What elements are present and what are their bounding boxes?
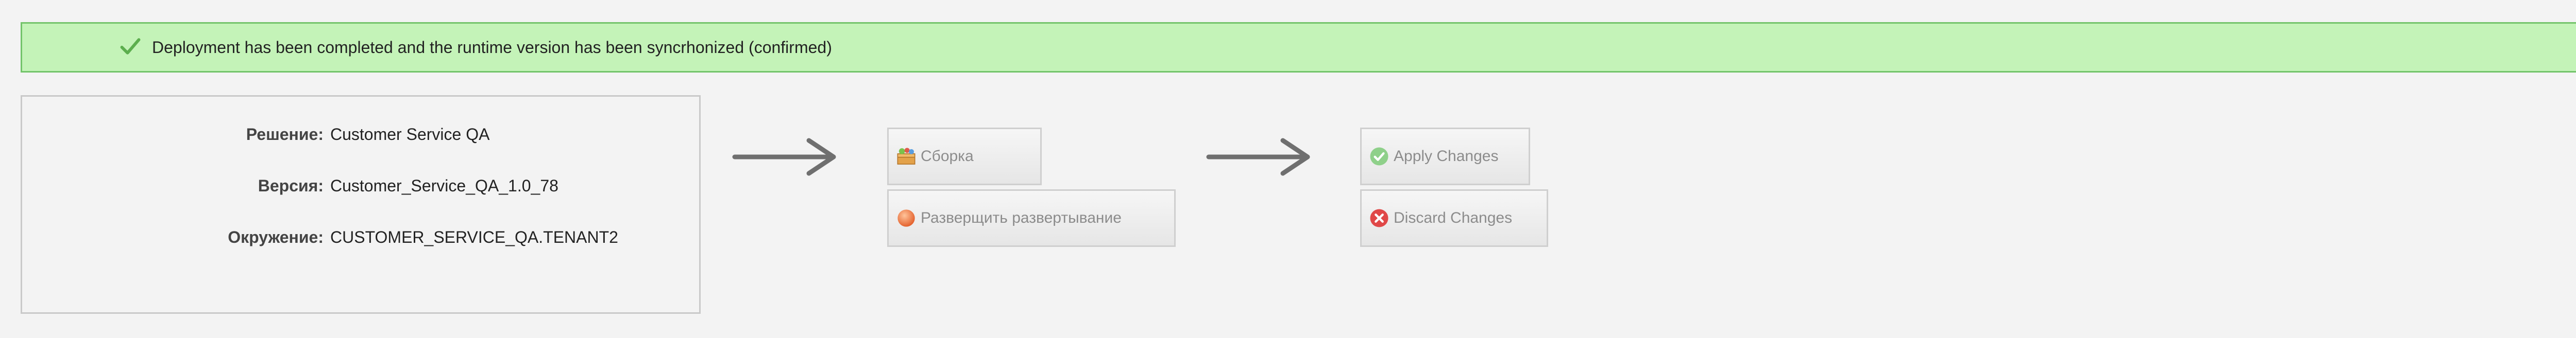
deployment-page: Deployment has been completed and the ru…	[0, 0, 2576, 338]
success-message: Deployment has been completed and the ru…	[152, 38, 832, 57]
package-icon	[897, 148, 916, 165]
finish-deployment-button[interactable]: Разверщить развертывание	[887, 189, 1176, 247]
solution-value: Customer Service QA	[330, 125, 490, 144]
environment-row: Окружение: CUSTOMER_SERVICE_QA.TENANT2	[22, 224, 702, 250]
red-x-circle-icon	[1370, 209, 1388, 227]
check-icon	[120, 38, 141, 55]
version-label: Версия:	[258, 176, 324, 195]
finish-deployment-label: Разверщить развертывание	[921, 209, 1122, 226]
discard-changes-button[interactable]: Discard Changes	[1360, 189, 1548, 247]
apply-changes-label: Apply Changes	[1394, 148, 1499, 165]
discard-changes-label: Discard Changes	[1394, 209, 1513, 226]
success-banner: Deployment has been completed and the ru…	[21, 22, 2576, 73]
deployment-info-panel: Решение: Customer Service QA Версия: Cus…	[21, 95, 701, 314]
environment-value: CUSTOMER_SERVICE_QA.TENANT2	[330, 228, 618, 246]
build-button[interactable]: Сборка	[887, 128, 1042, 185]
orange-circle-icon	[897, 209, 915, 227]
arrow-right-icon	[732, 138, 836, 176]
arrow-right-icon	[1206, 138, 1310, 176]
apply-changes-button[interactable]: Apply Changes	[1360, 128, 1530, 185]
solution-label: Решение:	[246, 125, 324, 144]
version-value: Customer_Service_QA_1.0_78	[330, 176, 558, 195]
version-row: Версия: Customer_Service_QA_1.0_78	[22, 173, 702, 199]
solution-row: Решение: Customer Service QA	[22, 121, 702, 147]
environment-label: Окружение:	[228, 228, 324, 246]
green-check-circle-icon	[1370, 147, 1388, 166]
build-label: Сборка	[921, 148, 974, 165]
